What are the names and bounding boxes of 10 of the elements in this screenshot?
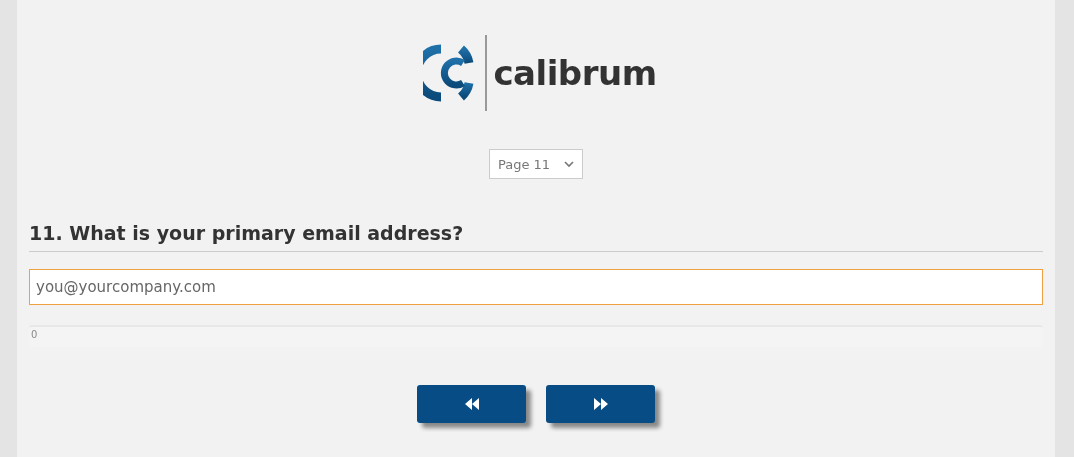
page-select[interactable]: Page 11 bbox=[488, 149, 584, 179]
rewind-icon bbox=[464, 398, 479, 410]
next-button[interactable] bbox=[546, 385, 655, 423]
chevron-icon bbox=[564, 160, 575, 168]
question-title: 11. What is your primary email address? bbox=[29, 222, 1043, 252]
fast-forward-icon bbox=[593, 398, 608, 410]
logo-text: calibrum bbox=[493, 53, 657, 93]
email-field[interactable]: you@yourcompany.com bbox=[29, 269, 1043, 305]
previous-button[interactable] bbox=[417, 385, 526, 423]
progress-label: 0 bbox=[31, 329, 38, 340]
